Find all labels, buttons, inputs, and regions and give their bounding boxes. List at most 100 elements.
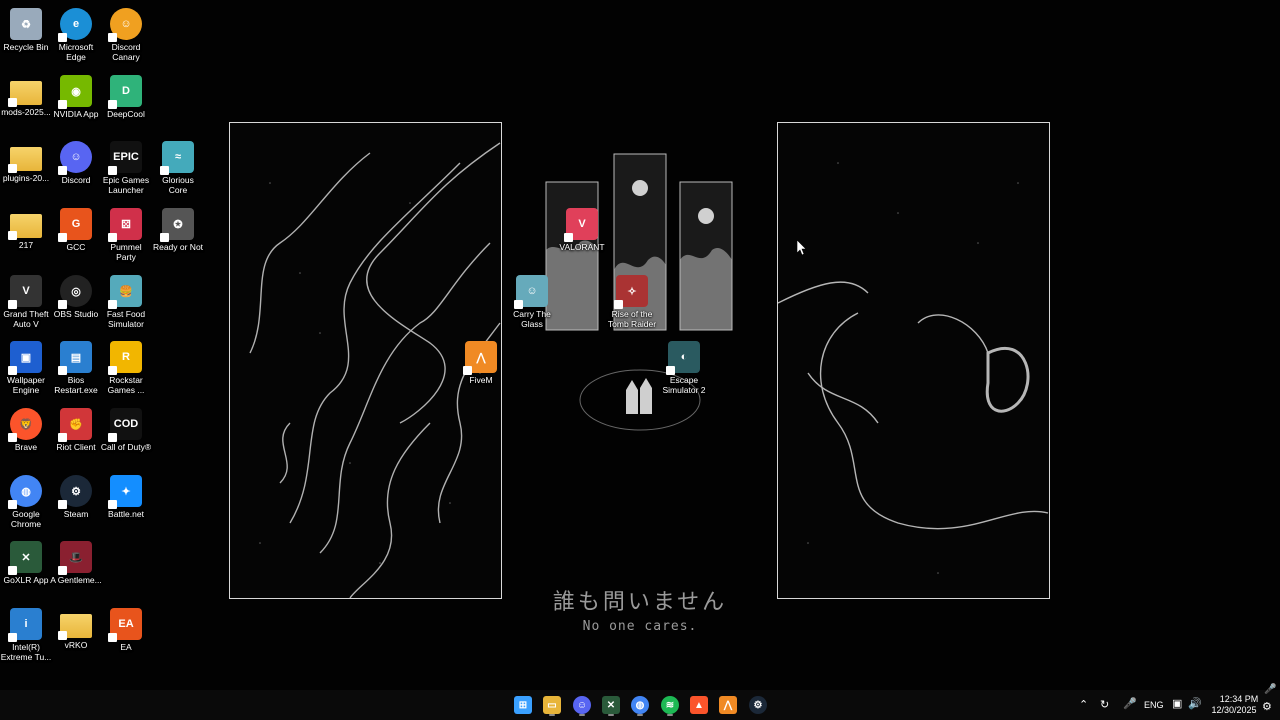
shortcut-arrow-icon — [58, 33, 67, 42]
desktop-shortcut-ea[interactable]: EA EA — [100, 604, 152, 652]
taskbar-start-button[interactable]: ⊞ — [514, 696, 532, 714]
wallpaper-engine-icon: ▣ — [8, 341, 42, 375]
desktop-shortcut-wallpaper-engine[interactable]: ▣ Wallpaper Engine — [0, 337, 52, 395]
shortcut-arrow-icon — [666, 366, 675, 375]
desktop-shortcut-discord-canary[interactable]: ☺ Discord Canary — [100, 4, 152, 62]
network-icon[interactable]: ▣ — [1172, 697, 1182, 710]
desktop-shortcut-label: Discord — [61, 175, 91, 185]
desktop-shortcut-recycle-bin[interactable]: ♻ Recycle Bin — [0, 4, 52, 52]
desktop-shortcut-mods-2025[interactable]: mods-2025... — [0, 71, 52, 117]
desktop-shortcut-rise-of-the-tomb-raider[interactable]: ✧ Rise of the Tomb Raider — [606, 271, 658, 329]
wallpaper-caption-en: No one cares. — [582, 619, 698, 634]
desktop-shortcut-gcc[interactable]: G GCC — [50, 204, 102, 252]
desktop-shortcut-epic-games-launcher[interactable]: EPIC Epic Games Launcher — [100, 137, 152, 195]
shortcut-arrow-icon — [58, 300, 67, 309]
desktop-shortcut-a-gentleme[interactable]: 🎩 A Gentleme... — [50, 537, 102, 585]
desktop-shortcut-nvidia-app[interactable]: ◉ NVIDIA App — [50, 71, 102, 119]
show-hidden-icons-chevron[interactable]: ⌃ — [1079, 698, 1088, 711]
volume-icon[interactable]: 🔊 — [1188, 697, 1202, 710]
clock-time[interactable]: 12:34 PM — [1219, 694, 1259, 704]
glorious-icon: ≈ — [160, 141, 194, 175]
gcc-icon: G — [58, 208, 92, 242]
desktop-shortcut-label: DeepCool — [107, 109, 145, 119]
folder-icon — [8, 81, 42, 107]
desktop-shortcut-fivem[interactable]: ⋀ FiveM — [455, 337, 507, 385]
desktop-shortcut-brave[interactable]: 🦁 Brave — [0, 404, 52, 452]
desktop-shortcut-217[interactable]: 217 — [0, 204, 52, 250]
desktop-shortcut-label: Ready or Not — [152, 242, 204, 252]
taskbar-discord[interactable]: ☺ — [573, 696, 591, 714]
desktop-shortcut-call-of-duty[interactable]: COD Call of Duty® — [100, 404, 152, 452]
shortcut-arrow-icon — [108, 500, 117, 509]
intel-icon: i — [8, 608, 42, 642]
shortcut-arrow-icon — [8, 500, 17, 509]
shortcut-arrow-icon — [58, 631, 67, 640]
desktop-shortcut-fast-food-simulator[interactable]: 🍔 Fast Food Simulator — [100, 271, 152, 329]
desktop-shortcut-vrko[interactable]: vRKO — [50, 604, 102, 650]
taskbar-running-indicator — [667, 714, 673, 716]
desktop-shortcut-microsoft-edge[interactable]: e Microsoft Edge — [50, 4, 102, 62]
desktop-shortcut-label: Battle.net — [108, 509, 144, 519]
desktop-shortcut-glorious-core[interactable]: ≈ Glorious Core — [152, 137, 204, 195]
desktop-shortcut-grand-theft-auto-v[interactable]: V Grand Theft Auto V — [0, 271, 52, 329]
recycle-bin-icon: ♻ — [10, 8, 42, 40]
desktop-shortcut-discord[interactable]: ☺ Discord — [50, 137, 102, 185]
desktop-shortcut-plugins-20[interactable]: plugins-20... — [0, 137, 52, 183]
notification-mic-icon[interactable]: 🎤 — [1264, 684, 1276, 695]
shortcut-arrow-icon — [564, 233, 573, 242]
clock-date[interactable]: 12/30/2025 — [1208, 705, 1260, 715]
taskbar-spotify[interactable]: ≋ — [661, 696, 679, 714]
desktop-shortcut-battle-net[interactable]: ✦ Battle.net — [100, 471, 152, 519]
taskbar-file-explorer[interactable]: ▭ — [543, 696, 561, 714]
wallpaper-right-panel — [777, 122, 1050, 599]
ready-or-not-icon: ✪ — [160, 208, 194, 242]
bios-restart-icon: ▤ — [58, 341, 92, 375]
desktop-shortcut-riot-client[interactable]: ✊ Riot Client — [50, 404, 102, 452]
desktop-shortcut-label: Rockstar Games ... — [107, 375, 145, 395]
notification-settings-icon[interactable]: ⚙ — [1262, 700, 1272, 713]
desktop-shortcut-carry-the-glass[interactable]: ☺ Carry The Glass — [506, 271, 558, 329]
desktop-shortcut-label: Carry The Glass — [513, 309, 551, 329]
language-indicator[interactable]: ENG — [1144, 700, 1164, 710]
network-sync-icon[interactable]: ↻ — [1100, 698, 1109, 711]
goxlr-icon: ✕ — [8, 541, 42, 575]
shortcut-arrow-icon — [8, 366, 17, 375]
desktop-shortcut-valorant[interactable]: V VALORANT — [556, 204, 608, 252]
shortcut-arrow-icon — [58, 366, 67, 375]
carry-the-glass-icon: ☺ — [514, 275, 548, 309]
chrome-icon: ◍ — [635, 699, 645, 711]
taskbar-chrome[interactable]: ◍ — [631, 696, 649, 714]
gta-icon: V — [8, 275, 42, 309]
folder-icon — [8, 147, 42, 173]
folder-icon: ▭ — [547, 699, 557, 711]
desktop-shortcut-google-chrome[interactable]: ◍ Google Chrome — [0, 471, 52, 529]
desktop-shortcut-deepcool[interactable]: D DeepCool — [100, 71, 152, 119]
taskbar-brave[interactable]: ▲ — [690, 696, 708, 714]
taskbar-fivem[interactable]: ⋀ — [719, 696, 737, 714]
desktop-shortcut-label: Glorious Core — [162, 175, 194, 195]
folder-icon — [8, 214, 42, 240]
desktop-shortcut-bios-restart-exe[interactable]: ▤ Bios Restart.exe — [50, 337, 102, 395]
windows-icon: ⊞ — [518, 699, 528, 711]
taskbar-goxlr[interactable]: ✕ — [602, 696, 620, 714]
steam-icon: ⚙ — [58, 475, 92, 509]
desktop-shortcut-obs-studio[interactable]: ◎ OBS Studio — [50, 271, 102, 319]
desktop-shortcut-label: Escape Simulator 2 — [662, 375, 706, 395]
taskbar-steam[interactable]: ⚙ — [749, 696, 767, 714]
desktop-shortcut-rockstar-games[interactable]: R Rockstar Games ... — [100, 337, 152, 395]
shortcut-arrow-icon — [614, 300, 623, 309]
desktop-shortcut-intel-r-extreme-tu[interactable]: i Intel(R) Extreme Tu... — [0, 604, 52, 662]
desktop-shortcut-steam[interactable]: ⚙ Steam — [50, 471, 102, 519]
shortcut-arrow-icon — [108, 300, 117, 309]
desktop-shortcut-goxlr-app[interactable]: ✕ GoXLR App — [0, 537, 52, 585]
desktop-shortcut-escape-simulator-2[interactable]: ◐ Escape Simulator 2 — [658, 337, 710, 395]
desktop-shortcut-pummel-party[interactable]: ⚄ Pummel Party — [100, 204, 152, 262]
desktop-shortcut-label: Microsoft Edge — [58, 42, 94, 62]
shortcut-arrow-icon — [463, 366, 472, 375]
brave-icon: 🦁 — [8, 408, 42, 442]
desktop-wallpaper: 誰も問いません No one cares. — [0, 0, 1280, 720]
mouse-cursor — [797, 240, 807, 256]
microphone-icon[interactable]: 🎤 — [1123, 697, 1137, 710]
desktop-shortcut-label: FiveM — [469, 375, 493, 385]
desktop-shortcut-ready-or-not[interactable]: ✪ Ready or Not — [152, 204, 204, 252]
